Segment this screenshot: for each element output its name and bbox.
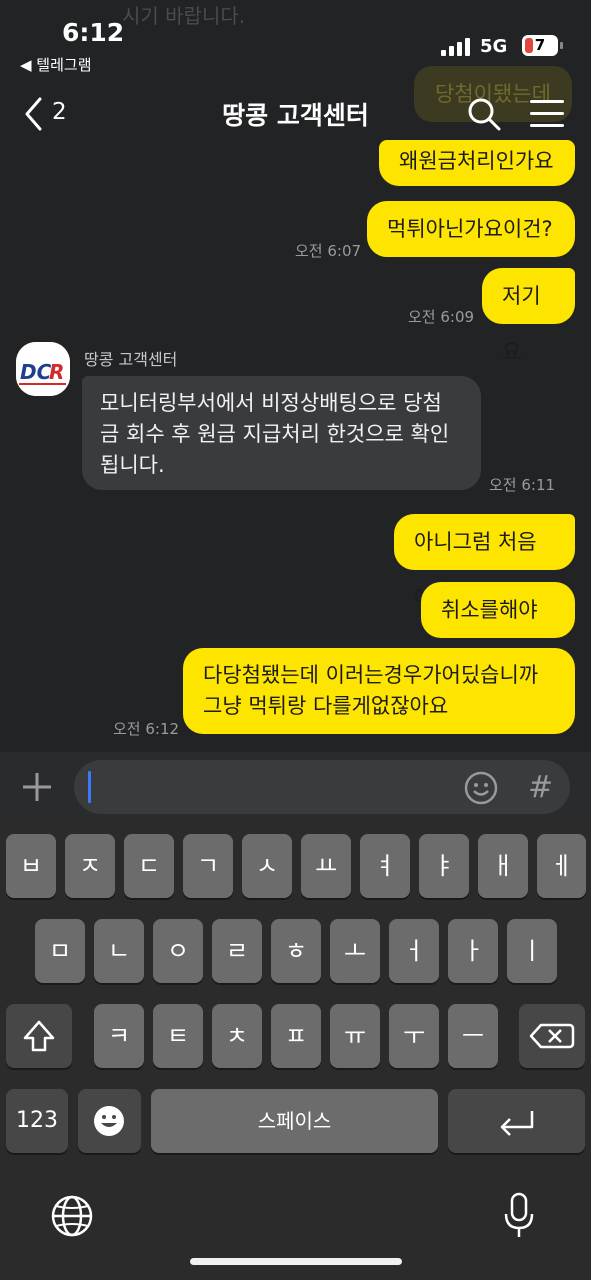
emoji-button[interactable] (463, 770, 499, 806)
shift-icon (23, 1020, 55, 1052)
emoji-key[interactable] (78, 1089, 141, 1153)
chat-title: 땅콩 고객센터 (222, 101, 369, 130)
key[interactable]: ㅈ (65, 834, 115, 898)
return-key[interactable] (448, 1089, 585, 1153)
svg-text:R: R (49, 360, 64, 384)
key[interactable]: ㄴ (94, 919, 144, 983)
shift-key[interactable] (6, 1004, 72, 1068)
key[interactable]: ㅂ (6, 834, 56, 898)
key[interactable]: ㅕ (360, 834, 410, 898)
key[interactable]: ㅍ (271, 1004, 321, 1068)
emoji-icon (464, 771, 498, 805)
sender-name: 땅콩 고객센터 (84, 350, 178, 369)
signal-icon (441, 38, 473, 56)
search-icon (468, 98, 501, 131)
hash-button[interactable]: # (528, 770, 553, 805)
search-button[interactable] (466, 96, 502, 132)
globe-icon (51, 1195, 93, 1237)
globe-button[interactable] (50, 1194, 94, 1238)
message-time: 오전 6:07 (295, 242, 362, 260)
message-text-line: 됩니다. (100, 453, 165, 477)
key[interactable]: ㄱ (183, 834, 233, 898)
backspace-key[interactable] (519, 1004, 585, 1068)
message-time: 오전 6:12 (113, 720, 180, 738)
home-indicator[interactable] (190, 1258, 402, 1265)
message-time: 오전 6:11 (489, 476, 556, 494)
my-message-bubble[interactable]: 취소를해야죠 (421, 582, 575, 678)
key[interactable]: ㅐ (478, 834, 528, 898)
numbers-key[interactable]: 123 (6, 1089, 68, 1153)
faded-scrolled-text: 시기 바랍니다. (122, 4, 246, 28)
network-type: 5G (480, 36, 508, 57)
key[interactable]: ㄷ (124, 834, 174, 898)
backspace-icon (529, 1023, 575, 1049)
key[interactable]: ㅏ (448, 919, 498, 983)
my-message-bubble[interactable]: 왜원금처리인가요 (379, 140, 575, 186)
key[interactable]: ㅌ (153, 1004, 203, 1068)
key[interactable]: ㅇ (153, 919, 203, 983)
key[interactable]: ㅁ (35, 919, 85, 983)
my-message-bubble[interactable]: 저기요 (482, 268, 575, 364)
attach-button[interactable] (20, 770, 54, 804)
key[interactable]: ㅣ (507, 919, 557, 983)
message-text: 저기요 (502, 284, 541, 364)
key[interactable]: ㅔ (537, 834, 586, 898)
menu-icon (530, 100, 564, 103)
dcr-logo-icon: DC R (16, 342, 70, 396)
plus-icon (23, 773, 51, 801)
key[interactable]: ㅛ (301, 834, 351, 898)
menu-button[interactable] (530, 100, 564, 128)
key[interactable]: ㅎ (271, 919, 321, 983)
status-time: 6:12 (62, 18, 125, 47)
key[interactable]: ㅑ (419, 834, 469, 898)
message-text-line: 모니터링부서에서 비정상배팅으로 당첨 (100, 391, 442, 415)
unread-count: 2 (52, 99, 67, 125)
key[interactable]: ㅋ (94, 1004, 144, 1068)
battery-icon: 7 (522, 35, 563, 56)
my-message-bubble[interactable]: 다당첨됐는데 이러는경우가어딨습니까 그냥 먹튀랑 다를게없잖아요 (183, 648, 575, 734)
message-time: 오전 6:09 (408, 308, 475, 326)
back-to-app-link[interactable]: ◀ 텔레그램 (20, 54, 92, 75)
avatar[interactable]: DC R (16, 342, 70, 396)
message-text: 왜원금처리인가요 (399, 149, 554, 173)
svg-text:DC: DC (20, 360, 52, 384)
return-icon (500, 1111, 534, 1136)
emoji-key-icon (94, 1106, 124, 1136)
message-text-line: 그냥 먹튀랑 다를게없잖아요 (203, 694, 449, 718)
key[interactable]: ㅗ (330, 919, 380, 983)
microphone-icon (504, 1192, 534, 1237)
space-key[interactable]: 스페이스 (151, 1089, 438, 1153)
key[interactable]: ㅅ (242, 834, 292, 898)
key[interactable]: ㅠ (330, 1004, 380, 1068)
message-text-line: 다당첨됐는데 이러는경우가어딨습니까 (203, 663, 539, 687)
battery-level: 7 (534, 36, 546, 54)
my-message-bubble[interactable]: 먹튀아닌가요이건? (367, 201, 575, 257)
key[interactable]: ㅓ (389, 919, 439, 983)
key[interactable]: ㅊ (212, 1004, 262, 1068)
key[interactable]: ㅡ (448, 1004, 498, 1068)
text-caret (88, 771, 91, 803)
received-message-bubble[interactable]: 모니터링부서에서 비정상배팅으로 당첨 금 회수 후 원금 지급처리 한것으로 … (82, 376, 481, 490)
my-message-bubble[interactable]: 아니그럼 처음에 (394, 514, 575, 610)
microphone-button[interactable] (502, 1192, 536, 1240)
key[interactable]: ㄹ (212, 919, 262, 983)
message-text: 먹튀아닌가요이건? (387, 217, 553, 241)
message-text-line: 금 회수 후 원금 지급처리 한것으로 확인 (100, 422, 450, 446)
key[interactable]: ㅜ (389, 1004, 439, 1068)
